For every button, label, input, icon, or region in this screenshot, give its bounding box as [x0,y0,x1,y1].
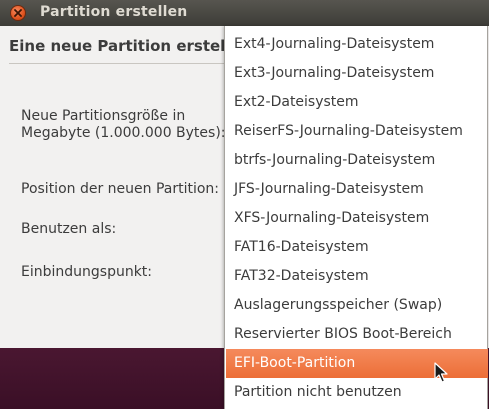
menu-item-swap[interactable]: Auslagerungsspeicher (Swap) [226,291,488,320]
menu-item-fat16[interactable]: FAT16-Dateisystem [226,233,488,262]
menu-item-ext2[interactable]: Ext2-Dateisystem [226,88,488,117]
position-label: Position der neuen Partition: [21,181,220,197]
close-icon [14,9,22,17]
dialog-heading: Eine neue Partition erstell [9,37,231,55]
menu-item-reiserfs[interactable]: ReiserFS-Journaling-Dateisystem [226,117,488,146]
menu-item-ext4[interactable]: Ext4-Journaling-Dateisystem [226,30,488,59]
menu-item-fat32[interactable]: FAT32-Dateisystem [226,262,488,291]
menu-item-bios-boot[interactable]: Reservierter BIOS Boot-Bereich [226,320,488,349]
size-label-line1: Neue Partitionsgröße in [21,108,186,124]
size-label-line2: Megabyte (1.000.000 Bytes): [21,125,226,141]
window-titlebar[interactable]: Partition erstellen [0,0,489,26]
menu-item-ext3[interactable]: Ext3-Journaling-Dateisystem [226,59,488,88]
mouse-pointer-icon [434,362,448,383]
close-button[interactable] [10,5,26,21]
heading-separator [9,63,229,64]
menu-item-btrfs[interactable]: btrfs-Journaling-Dateisystem [226,146,488,175]
menu-item-jfs[interactable]: JFS-Journaling-Dateisystem [226,175,488,204]
menu-item-xfs[interactable]: XFS-Journaling-Dateisystem [226,204,488,233]
window-title: Partition erstellen [40,4,188,20]
mount-point-label: Einbindungspunkt: [21,264,153,280]
size-label: Neue Partitionsgröße in Megabyte (1.000.… [21,108,226,142]
use-as-label: Benutzen als: [21,221,117,237]
filesystem-dropdown-menu[interactable]: Ext4-Journaling-Dateisystem Ext3-Journal… [224,26,488,409]
